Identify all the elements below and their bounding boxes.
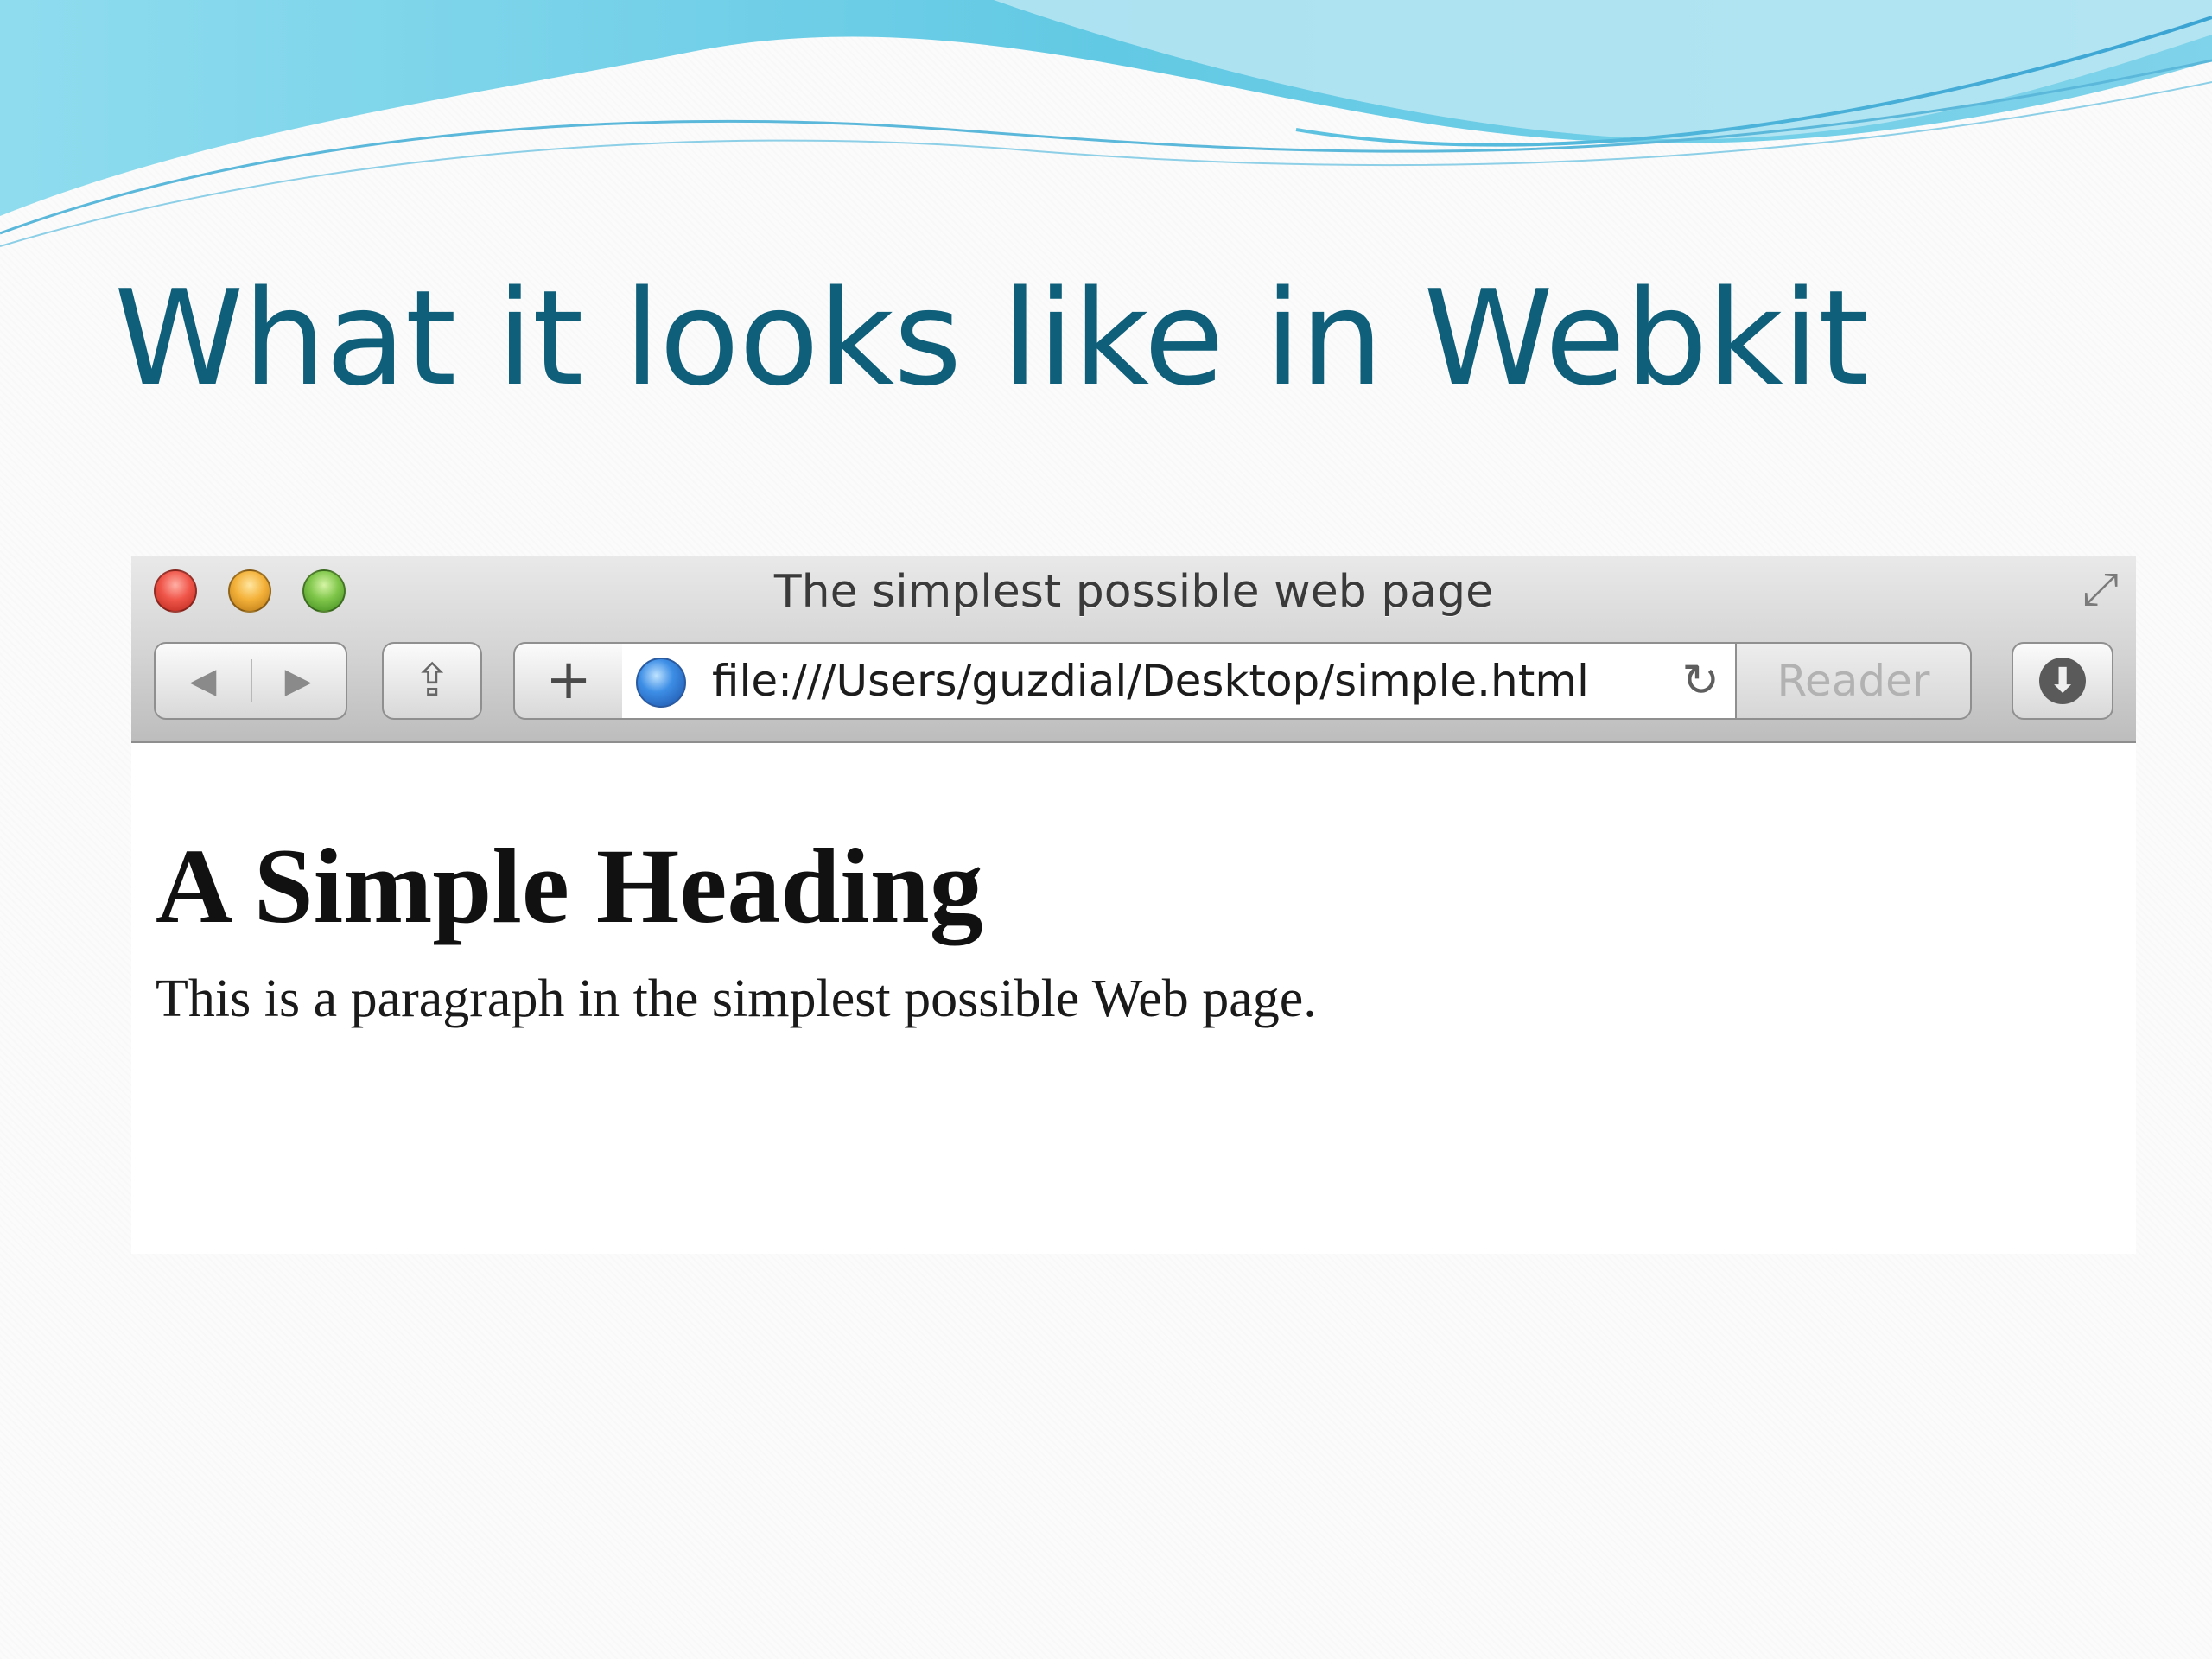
plus-icon: + bbox=[545, 648, 592, 712]
forward-arrow-icon: ▶ bbox=[284, 661, 312, 701]
page-paragraph: This is a paragraph in the simplest poss… bbox=[156, 969, 1317, 1028]
share-button[interactable]: ⇪ bbox=[382, 642, 482, 720]
window-title: The simplest possible web page bbox=[773, 566, 1494, 618]
back-forward-buttons: ◀ ▶ bbox=[154, 642, 347, 720]
browser-window: The simplest possible web page ⤢ ◀ ▶ ⇪ +… bbox=[131, 556, 2136, 1254]
page-content: A Simple Heading This is a paragraph in … bbox=[131, 743, 2136, 1254]
forward-button[interactable]: ▶ bbox=[251, 644, 346, 718]
reload-icon[interactable]: ↻ bbox=[1681, 644, 1719, 718]
add-bookmark-button[interactable]: + bbox=[513, 642, 624, 720]
downloads-button[interactable]: ⬇ bbox=[2012, 642, 2113, 720]
address-bar[interactable]: file:///Users/guzdial/Desktop/simple.htm… bbox=[622, 642, 1737, 720]
share-icon: ⇪ bbox=[413, 655, 451, 707]
decorative-wave bbox=[0, 0, 2212, 247]
back-button[interactable]: ◀ bbox=[156, 644, 251, 718]
url-text[interactable]: file:///Users/guzdial/Desktop/simple.htm… bbox=[712, 644, 1589, 718]
back-arrow-icon: ◀ bbox=[189, 661, 217, 701]
page-heading: A Simple Heading bbox=[156, 827, 983, 945]
browser-titlebar: The simplest possible web page ⤢ ◀ ▶ ⇪ +… bbox=[131, 556, 2136, 743]
reader-button[interactable]: Reader bbox=[1735, 642, 1972, 720]
globe-icon bbox=[636, 658, 686, 708]
slide-title: What it looks like in Webkit bbox=[114, 262, 1870, 415]
download-icon: ⬇ bbox=[2039, 658, 2086, 704]
fullscreen-icon[interactable]: ⤢ bbox=[2074, 563, 2127, 616]
